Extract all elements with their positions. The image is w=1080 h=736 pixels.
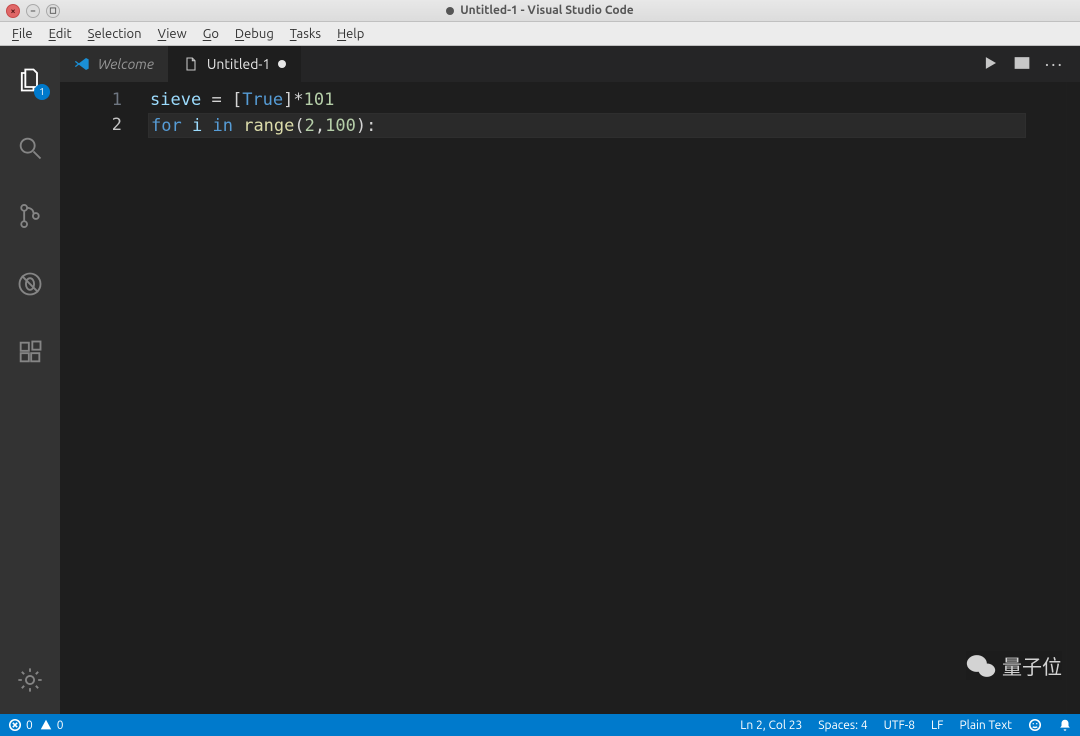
os-titlebar: × – ◻ Untitled-1 - Visual Studio Code xyxy=(0,0,1080,22)
activity-scm[interactable] xyxy=(0,192,60,240)
play-icon xyxy=(981,54,999,72)
menu-view[interactable]: View xyxy=(150,25,195,43)
status-notifications[interactable] xyxy=(1058,718,1072,732)
activity-search[interactable] xyxy=(0,124,60,172)
activity-settings[interactable] xyxy=(0,656,60,704)
watermark-text: 量子位 xyxy=(1002,651,1062,680)
workbench: 1 xyxy=(0,46,1080,714)
menubar: File Edit Selection View Go Debug Tasks … xyxy=(0,22,1080,46)
activity-debug[interactable] xyxy=(0,260,60,308)
tab-label: Welcome xyxy=(98,56,154,72)
more-actions-button[interactable]: ··· xyxy=(1045,54,1064,74)
tab-label: Untitled-1 xyxy=(207,56,271,72)
file-icon xyxy=(183,56,199,72)
activity-bar: 1 xyxy=(0,46,60,714)
search-icon xyxy=(16,134,44,162)
source-control-icon xyxy=(16,202,44,230)
menu-tasks[interactable]: Tasks xyxy=(282,25,329,43)
status-indent[interactable]: Spaces: 4 xyxy=(818,719,867,732)
window-close-button[interactable]: × xyxy=(6,4,20,18)
scrollbar[interactable] xyxy=(1066,82,1080,714)
editor[interactable]: 1 2 sieve = [True]*101 for i in range(2,… xyxy=(60,82,1080,714)
vscode-icon xyxy=(74,56,90,72)
split-editor-button[interactable] xyxy=(1013,54,1031,75)
gear-icon xyxy=(16,666,44,694)
wechat-icon xyxy=(966,653,996,679)
status-language[interactable]: Plain Text xyxy=(959,719,1012,732)
window-title: Untitled-1 - Visual Studio Code xyxy=(460,4,633,17)
code-line[interactable]: for i in range(2,100): xyxy=(148,113,1026,138)
window-minimize-button[interactable]: – xyxy=(26,4,40,18)
error-icon xyxy=(8,718,22,732)
warning-icon xyxy=(39,718,53,732)
activity-explorer[interactable]: 1 xyxy=(0,56,60,104)
code-area[interactable]: sieve = [True]*101 for i in range(2,100)… xyxy=(148,82,1026,714)
menu-selection[interactable]: Selection xyxy=(80,25,150,43)
code-line[interactable]: sieve = [True]*101 xyxy=(148,88,1026,113)
status-errors[interactable]: 0 xyxy=(8,718,33,732)
line-number: 2 xyxy=(60,113,148,138)
editor-group: Welcome Untitled-1 ··· xyxy=(60,46,1080,714)
status-cursor[interactable]: Ln 2, Col 23 xyxy=(740,719,802,732)
status-feedback[interactable] xyxy=(1028,718,1042,732)
dirty-indicator-icon xyxy=(446,7,454,15)
warning-count: 0 xyxy=(57,719,64,732)
menu-edit[interactable]: Edit xyxy=(41,25,80,43)
menu-file[interactable]: File xyxy=(4,25,41,43)
bell-icon xyxy=(1058,718,1072,732)
watermark: 量子位 xyxy=(966,651,1062,680)
menu-help[interactable]: Help xyxy=(329,25,372,43)
extensions-icon xyxy=(16,338,44,366)
tab-dirty-icon xyxy=(278,60,286,68)
explorer-badge: 1 xyxy=(34,84,50,100)
status-encoding[interactable]: UTF-8 xyxy=(884,719,915,732)
menu-debug[interactable]: Debug xyxy=(227,25,282,43)
error-count: 0 xyxy=(26,719,33,732)
tab-untitled-1[interactable]: Untitled-1 xyxy=(169,46,302,82)
line-number: 1 xyxy=(60,88,148,113)
line-number-gutter: 1 2 xyxy=(60,82,148,714)
tabs: Welcome Untitled-1 ··· xyxy=(60,46,1080,82)
menu-go[interactable]: Go xyxy=(195,25,227,43)
activity-extensions[interactable] xyxy=(0,328,60,376)
run-button[interactable] xyxy=(981,54,999,75)
status-eol[interactable]: LF xyxy=(931,719,943,732)
minimap[interactable] xyxy=(1026,82,1066,714)
bug-icon xyxy=(16,270,44,298)
window-maximize-button[interactable]: ◻ xyxy=(46,4,60,18)
split-icon xyxy=(1013,54,1031,72)
status-bar: 0 0 Ln 2, Col 23 Spaces: 4 UTF-8 LF Plai… xyxy=(0,714,1080,736)
tab-welcome[interactable]: Welcome xyxy=(60,46,169,82)
status-warnings[interactable]: 0 xyxy=(39,718,64,732)
smiley-icon xyxy=(1028,718,1042,732)
